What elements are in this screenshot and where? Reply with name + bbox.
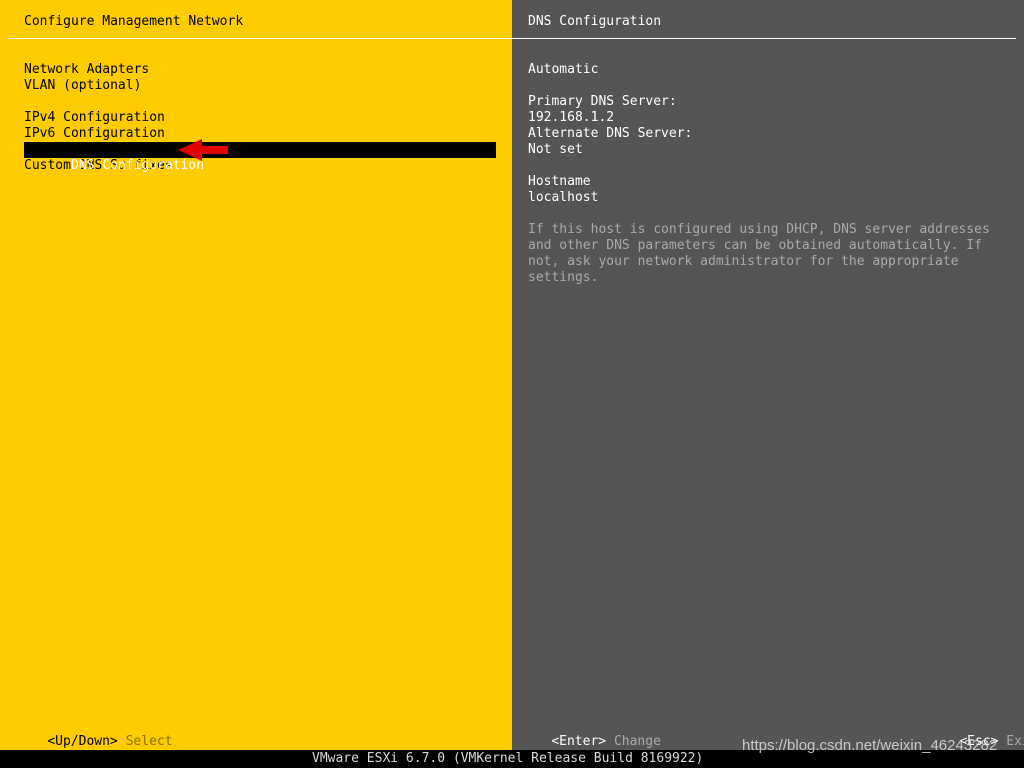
divider [512,38,1016,39]
panel-title: Configure Management Network [24,14,244,29]
key-up-down-action: Select [125,734,173,749]
dns-details: Automatic Primary DNS Server: 192.168.1.… [528,62,1008,206]
menu-spacer [24,94,496,110]
key-enter-action: Change [613,734,661,749]
menu-item-vlan[interactable]: VLAN (optional) [24,78,496,94]
dns-mode: Automatic [528,62,599,77]
key-enter: <Enter> [551,734,607,749]
alternate-dns-value: Not set [528,142,583,157]
help-text: If this host is configured using DHCP, D… [528,222,990,285]
menu-item-dns-configuration[interactable]: DNS Configuration [24,139,496,173]
menu-item-ipv6-configuration[interactable]: IPv6 Configuration [24,126,496,142]
hostname-value: localhost [528,190,599,205]
key-esc-action: Exit [1006,734,1024,749]
menu-item-network-adapters[interactable]: Network Adapters [24,62,496,78]
primary-dns-label: Primary DNS Server: [528,94,677,109]
divider [8,38,512,39]
primary-dns-value: 192.168.1.2 [528,110,615,125]
config-menu: Network Adapters VLAN (optional) IPv4 Co… [24,62,496,174]
version-info: VMware ESXi 6.7.0 (VMKernel Release Buil… [312,751,704,766]
menu-panel: Configure Management Network Network Ada… [0,0,512,750]
red-arrow-icon [178,139,228,161]
watermark: https://blog.csdn.net/weixin_46243282 [742,737,998,754]
hostname-label: Hostname [528,174,591,189]
details-panel: DNS Configuration Automatic Primary DNS … [512,0,1024,750]
menu-item-ipv4-configuration[interactable]: IPv4 Configuration [24,110,496,126]
key-up-down: <Up/Down> [47,734,118,749]
details-title: DNS Configuration [528,14,662,29]
alternate-dns-label: Alternate DNS Server: [528,126,693,141]
